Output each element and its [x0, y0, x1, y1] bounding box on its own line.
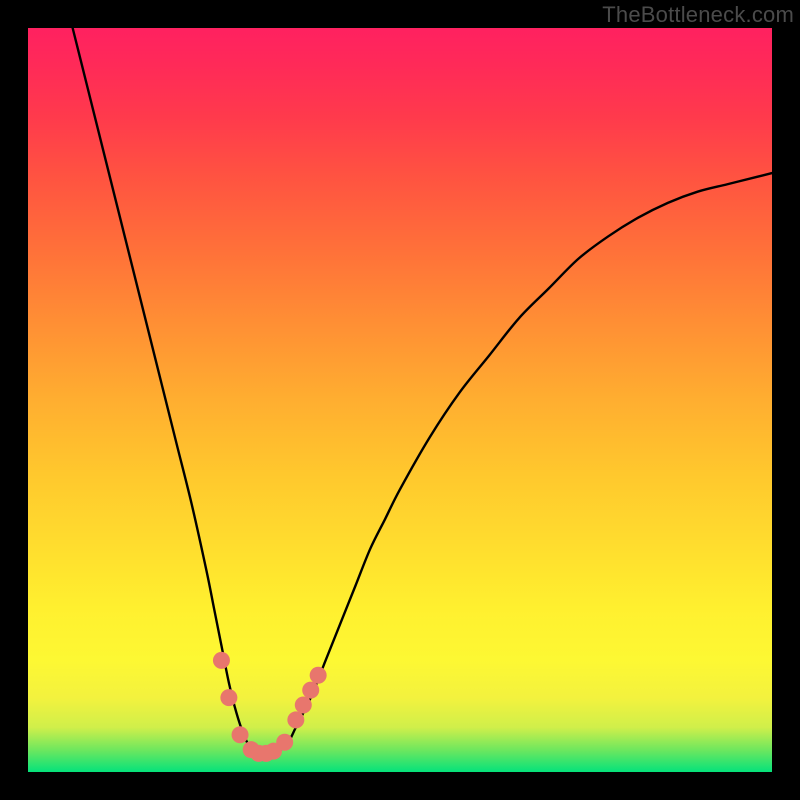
marker-dot	[302, 682, 319, 699]
marker-dot	[276, 734, 293, 751]
watermark-text: TheBottleneck.com	[602, 2, 794, 28]
marker-dot	[213, 652, 230, 669]
marker-dot	[287, 711, 304, 728]
marker-dot	[220, 689, 237, 706]
chart-svg	[28, 28, 772, 772]
marker-dot	[232, 726, 249, 743]
bottleneck-curve	[73, 28, 772, 758]
chart-frame: TheBottleneck.com	[0, 0, 800, 800]
plot-area	[28, 28, 772, 772]
marker-dot	[310, 667, 327, 684]
marker-dot	[295, 697, 312, 714]
curve-markers	[213, 652, 327, 762]
